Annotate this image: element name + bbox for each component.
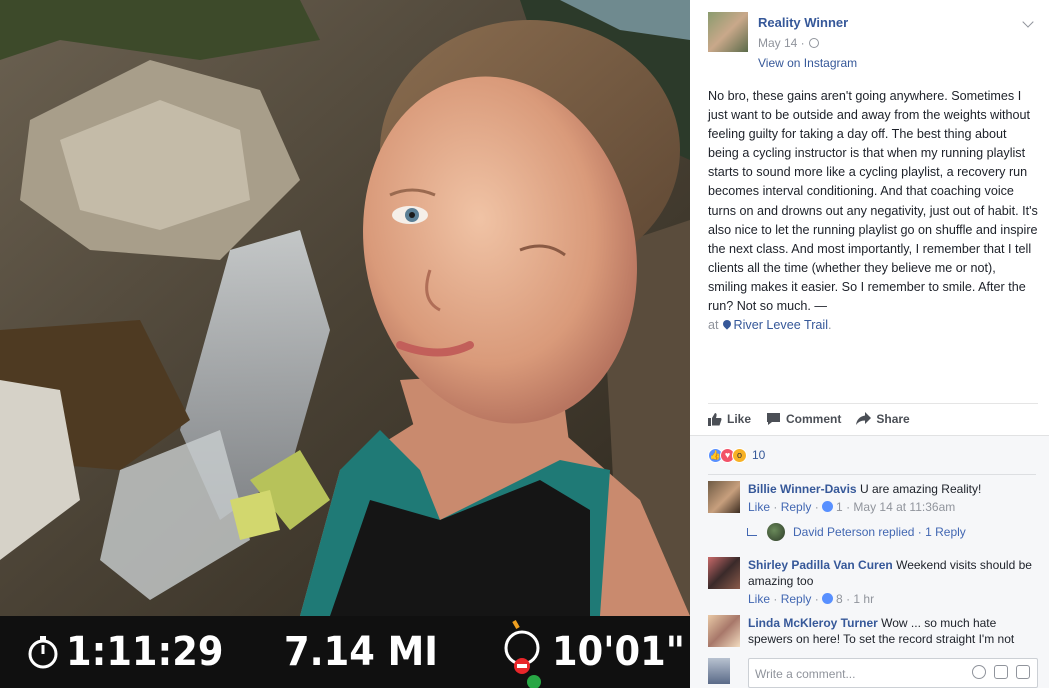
like-badge-icon [822, 501, 834, 512]
run-time-value: 1:11:29 [66, 629, 224, 675]
reaction-count: 10 [752, 448, 766, 462]
wow-reaction-icon: o [732, 447, 747, 463]
run-pace-value: 10'01" [552, 629, 685, 675]
run-pace-stat: 10'01" [502, 616, 690, 688]
comment-like-count[interactable]: 8 [836, 592, 843, 606]
camera-icon[interactable] [994, 665, 1008, 679]
commenter-name[interactable]: Billie Winner-Davis [748, 482, 857, 496]
post-photo[interactable]: 1:11:29 7.14 MI 10'01" [0, 0, 690, 688]
comment-reply-link[interactable]: Reply [781, 500, 812, 514]
commenter-avatar[interactable] [708, 615, 740, 647]
like-button[interactable]: Like [708, 412, 751, 426]
post-sidebar: Reality Winner May 14 · View on Instagra… [690, 0, 1049, 688]
post-date[interactable]: May 14 · [758, 36, 819, 50]
stopwatch-icon [28, 636, 58, 669]
author-name[interactable]: Reality Winner [758, 15, 848, 30]
run-time-stat: 1:11:29 [26, 616, 237, 688]
replier-avatar [767, 523, 785, 541]
reactions-divider [708, 474, 1036, 475]
commenter-avatar[interactable] [708, 557, 740, 589]
share-arrow-icon [856, 412, 872, 425]
chevron-down-icon[interactable] [1022, 16, 1034, 28]
comment-time[interactable]: May 14 at 11:36am [853, 500, 955, 514]
viewer-avatar [708, 658, 730, 684]
selfie-photo [0, 0, 690, 616]
comment-composer: Write a comment... [708, 655, 1038, 688]
post-body: No bro, these gains aren't going anywher… [708, 87, 1038, 335]
share-button[interactable]: Share [856, 412, 910, 426]
commenter-name[interactable]: Linda McKleroy Turner [748, 616, 878, 630]
author-avatar[interactable] [708, 12, 748, 52]
comment-like-count[interactable]: 1 [836, 500, 843, 514]
comment-button[interactable]: Comment [766, 412, 841, 426]
comment-meta: Like · Reply · 8 · 1 hr [748, 592, 875, 606]
sticker-icon[interactable] [1016, 665, 1030, 679]
comment-text: Shirley Padilla Van Curen Weekend visits… [748, 558, 1032, 588]
post-header: Reality Winner May 14 · View on Instagra… [708, 12, 1038, 72]
speech-bubble-icon [767, 412, 781, 425]
comment-meta: Like · Reply · 1 · May 14 at 11:36am [748, 500, 956, 514]
globe-icon [808, 38, 819, 48]
replier-name: David Peterson [793, 525, 876, 539]
post-actions: Like Comment Share [708, 403, 1038, 433]
comment-text: Billie Winner-Davis U are amazing Realit… [748, 482, 982, 496]
location-pin-icon [720, 318, 733, 330]
comment-like-link[interactable]: Like [748, 500, 770, 514]
comment-reply-link[interactable]: Reply [781, 592, 812, 606]
emoji-icon[interactable] [972, 665, 986, 679]
comment-text: Linda McKleroy Turner Wow ... so much ha… [748, 616, 1015, 646]
reply-arrow-icon [747, 528, 757, 536]
run-stats-bar: 1:11:29 7.14 MI 10'01" [0, 616, 690, 688]
view-on-instagram-link[interactable]: View on Instagram [758, 56, 857, 70]
run-distance-stat: 7.14 MI [284, 616, 451, 688]
pace-gauge-icon [504, 620, 541, 688]
thumbs-up-icon [708, 412, 722, 426]
composer-icons [972, 665, 1030, 679]
location-link[interactable]: River Levee Trail [734, 318, 829, 332]
comment-time[interactable]: 1 hr [853, 592, 874, 606]
reply-count: 1 Reply [925, 525, 966, 539]
post-location: at River Levee Trail. [708, 318, 832, 333]
reactions-summary[interactable]: 👍 ♥ o 10 [708, 446, 765, 464]
comment-like-link[interactable]: Like [748, 592, 770, 606]
run-distance-value: 7.14 MI [284, 629, 438, 675]
like-badge-icon [822, 593, 834, 604]
post-text: No bro, these gains aren't going anywher… [708, 89, 1038, 314]
commenter-avatar[interactable] [708, 481, 740, 513]
view-replies-link[interactable]: David Peterson replied · 1 Reply [747, 523, 966, 541]
commenter-name[interactable]: Shirley Padilla Van Curen [748, 558, 893, 572]
